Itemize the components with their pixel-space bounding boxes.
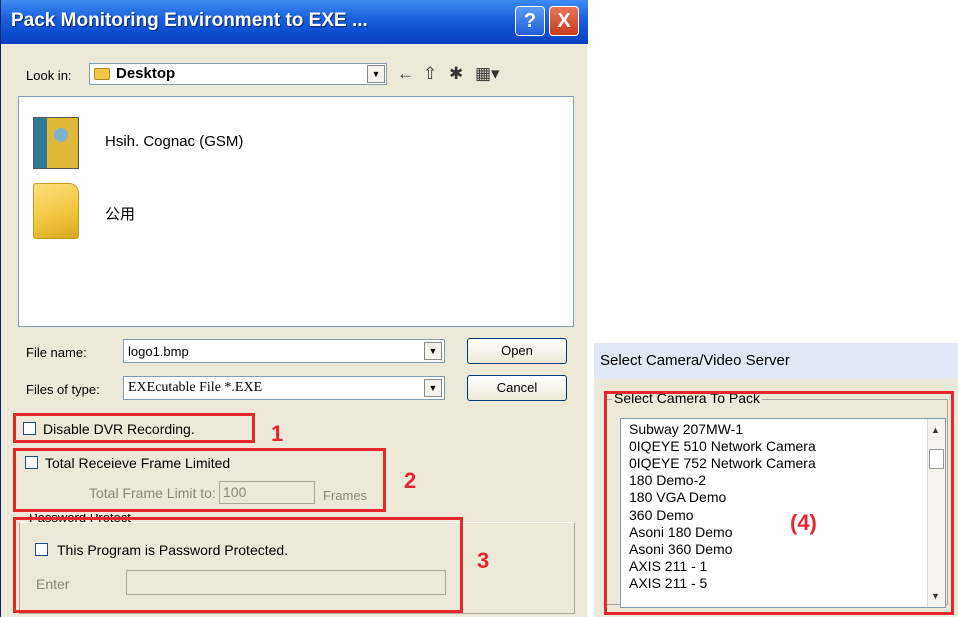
back-arrow-icon[interactable]: ← bbox=[397, 64, 414, 84]
chevron-down-icon[interactable]: ▼ bbox=[367, 65, 385, 83]
annotation-box-4 bbox=[604, 391, 954, 615]
list-item[interactable]: 公用 bbox=[19, 175, 419, 245]
new-folder-icon[interactable]: ✱ bbox=[449, 64, 463, 84]
pack-exe-dialog: Pack Monitoring Environment to EXE ... ?… bbox=[0, 0, 588, 617]
look-in-dropdown[interactable]: Desktop ▼ bbox=[89, 63, 387, 85]
contact-icon bbox=[33, 117, 79, 169]
close-button[interactable]: X bbox=[549, 6, 579, 36]
select-camera-panel: Select Camera/Video Server Select Camera… bbox=[594, 343, 958, 617]
annotation-number-4: (4) bbox=[790, 510, 817, 535]
files-of-type-select[interactable]: EXEcutable File *.EXE ▼ bbox=[123, 376, 445, 400]
look-in-value: Desktop bbox=[116, 65, 176, 82]
list-item[interactable]: Hsih. Cognac (GSM) bbox=[19, 105, 419, 175]
view-menu-icon[interactable]: ▦▾ bbox=[475, 64, 500, 84]
help-button[interactable]: ? bbox=[515, 6, 545, 36]
dialog-title: Pack Monitoring Environment to EXE ... bbox=[11, 10, 368, 31]
panel-title-bar: Select Camera/Video Server bbox=[594, 343, 958, 379]
title-bar: Pack Monitoring Environment to EXE ... ?… bbox=[1, 0, 588, 44]
open-button[interactable]: Open bbox=[467, 338, 567, 364]
chevron-down-icon[interactable]: ▼ bbox=[424, 379, 442, 397]
annotation-number-3: 3 bbox=[477, 548, 490, 573]
up-folder-icon[interactable]: ⇧ bbox=[423, 64, 437, 84]
file-name-label: File name: bbox=[26, 345, 87, 360]
annotation-box-3 bbox=[13, 517, 463, 613]
file-name-input[interactable]: logo1.bmp ▼ bbox=[123, 339, 445, 363]
annotation-number-1: 1 bbox=[271, 421, 284, 446]
file-name-value: logo1.bmp bbox=[128, 344, 189, 359]
annotation-box-2 bbox=[13, 448, 386, 512]
annotation-box-1 bbox=[13, 413, 255, 443]
files-of-type-value: EXEcutable File *.EXE bbox=[128, 380, 263, 395]
file-list[interactable]: Hsih. Cognac (GSM) 公用 bbox=[18, 96, 574, 327]
look-in-label: Look in: bbox=[26, 68, 72, 83]
folder-icon bbox=[94, 68, 110, 80]
annotation-number-2: 2 bbox=[404, 468, 417, 493]
file-name: Hsih. Cognac (GSM) bbox=[105, 133, 244, 150]
files-of-type-label: Files of type: bbox=[26, 382, 100, 397]
cancel-button[interactable]: Cancel bbox=[467, 375, 567, 401]
file-name: 公用 bbox=[105, 206, 136, 223]
chevron-down-icon[interactable]: ▼ bbox=[424, 342, 442, 360]
folder-icon bbox=[33, 183, 79, 239]
panel-title: Select Camera/Video Server bbox=[600, 352, 790, 369]
